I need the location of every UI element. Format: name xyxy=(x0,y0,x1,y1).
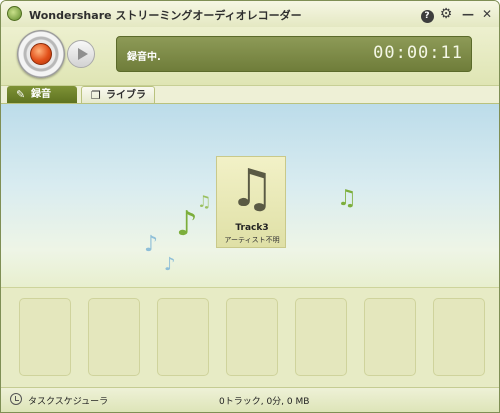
title-bar: Wondershare ストリーミングオーディオレコーダー ? ⚙ — ✕ xyxy=(1,1,499,27)
music-note-icon: ♪ xyxy=(164,254,176,275)
track-slot[interactable] xyxy=(88,298,140,376)
track-slot[interactable] xyxy=(19,298,71,376)
track-artist: アーティスト不明 xyxy=(224,236,280,244)
recording-area: ♪ ♫ ♪ ♪ ♪ ♫ ♫ Track3 アーティスト不明 xyxy=(1,104,499,287)
music-note-icon: ♫ xyxy=(197,192,212,211)
clock-icon[interactable] xyxy=(10,393,22,405)
elapsed-timer: 00:00:11 xyxy=(373,43,463,63)
track-slot[interactable] xyxy=(364,298,416,376)
play-button[interactable] xyxy=(67,40,95,68)
status-bar: タスクスケジューラ 0トラック, 0分, 0 MB xyxy=(1,387,499,412)
track-slot[interactable] xyxy=(433,298,485,376)
music-note-icon: ♪ xyxy=(144,232,159,257)
track-card[interactable]: ♫ Track3 アーティスト不明 xyxy=(216,156,286,248)
track-slot[interactable] xyxy=(226,298,278,376)
tab-bar: ✎ 録音 ❐ ライブラリ xyxy=(1,86,499,118)
tab-record[interactable]: ✎ 録音 xyxy=(7,86,77,103)
music-note-icon: ♫ xyxy=(337,186,357,211)
recording-status: 録音中. xyxy=(127,52,161,63)
tab-library[interactable]: ❐ ライブラリ xyxy=(81,86,155,118)
status-display: 録音中. 00:00:11 xyxy=(116,36,472,72)
app-logo-icon xyxy=(7,6,22,21)
track-slot[interactable] xyxy=(295,298,347,376)
library-icon: ❐ xyxy=(91,89,101,102)
task-scheduler-link[interactable]: タスクスケジューラ xyxy=(28,394,108,407)
tab-record-label: 録音 xyxy=(31,89,51,100)
record-button[interactable] xyxy=(30,43,52,65)
recorder-panel: 録音中. 00:00:11 xyxy=(1,27,499,86)
track-slot[interactable] xyxy=(157,298,209,376)
library-summary: 0トラック, 0分, 0 MB xyxy=(219,397,310,407)
minimize-button[interactable]: — xyxy=(460,6,476,22)
gear-icon[interactable]: ⚙ xyxy=(438,6,454,22)
app-window: Wondershare ストリーミングオーディオレコーダー ? ⚙ — ✕ 録音… xyxy=(0,0,500,413)
music-note-icon: ♫ xyxy=(228,159,276,219)
window-title: Wondershare ストリーミングオーディオレコーダー xyxy=(29,9,302,22)
pencil-icon: ✎ xyxy=(16,88,26,101)
track-slots xyxy=(1,287,499,388)
close-button[interactable]: ✕ xyxy=(479,6,495,22)
music-note-icon: ♪ xyxy=(176,204,198,244)
track-title: Track3 xyxy=(235,223,269,233)
help-icon[interactable]: ? xyxy=(419,6,435,23)
